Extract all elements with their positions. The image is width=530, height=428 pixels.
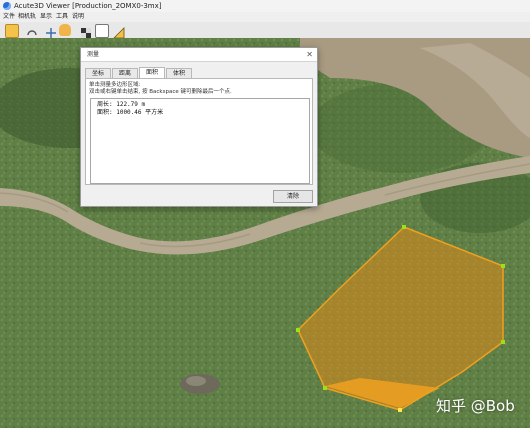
pan-icon[interactable] — [45, 24, 57, 38]
vertex-marker[interactable] — [501, 340, 505, 344]
vertex-marker[interactable] — [402, 225, 406, 229]
menu-tools[interactable]: 工具 — [56, 12, 68, 22]
menu-camera[interactable]: 相机轨 — [18, 12, 36, 22]
measure-dialog: 测量 ✕ 坐标 距离 面积 体积 单击测量多边形区域: 双击或右键单击结束, 按… — [80, 47, 318, 207]
area-value: 面积: 1000.46 平方米 — [97, 109, 164, 116]
clear-button[interactable]: 清除 — [273, 190, 313, 203]
close-icon[interactable]: ✕ — [306, 48, 313, 61]
vertex-marker[interactable] — [323, 386, 327, 390]
measurement-result-box[interactable]: 周长: 122.79 m 面积: 1000.46 平方米 — [90, 98, 310, 184]
toolbar — [0, 22, 530, 39]
hand-icon[interactable] — [59, 24, 71, 36]
menu-help[interactable]: 说明 — [72, 12, 84, 22]
instruction-line-2: 双击或右键单击结束, 按 Backspace 键可删除最后一个点. — [89, 89, 232, 95]
fullscreen-icon[interactable] — [95, 24, 109, 38]
perimeter-value: 周长: 122.79 m — [97, 101, 146, 108]
rotate-icon[interactable] — [26, 24, 38, 36]
vertex-marker[interactable] — [296, 328, 300, 332]
vertex-marker[interactable] — [398, 408, 402, 412]
dialog-titlebar[interactable]: 测量 ✕ — [81, 48, 317, 62]
app-logo-icon — [3, 2, 11, 10]
area-tab-panel: 单击测量多边形区域: 双击或右键单击结束, 按 Backspace 键可删除最后… — [85, 78, 313, 185]
vertex-marker[interactable] — [501, 264, 505, 268]
checker-icon[interactable] — [80, 24, 92, 38]
open-folder-icon[interactable] — [5, 24, 19, 38]
measure-icon[interactable] — [113, 24, 125, 39]
watermark-text: 知乎 @Bob — [436, 397, 515, 415]
dialog-title: 测量 — [87, 51, 100, 58]
menu-file[interactable]: 文件 — [3, 12, 15, 22]
window-title: Acute3D Viewer [Production_2OMX0-3mx] — [14, 2, 162, 10]
menu-view[interactable]: 显示 — [40, 12, 52, 22]
